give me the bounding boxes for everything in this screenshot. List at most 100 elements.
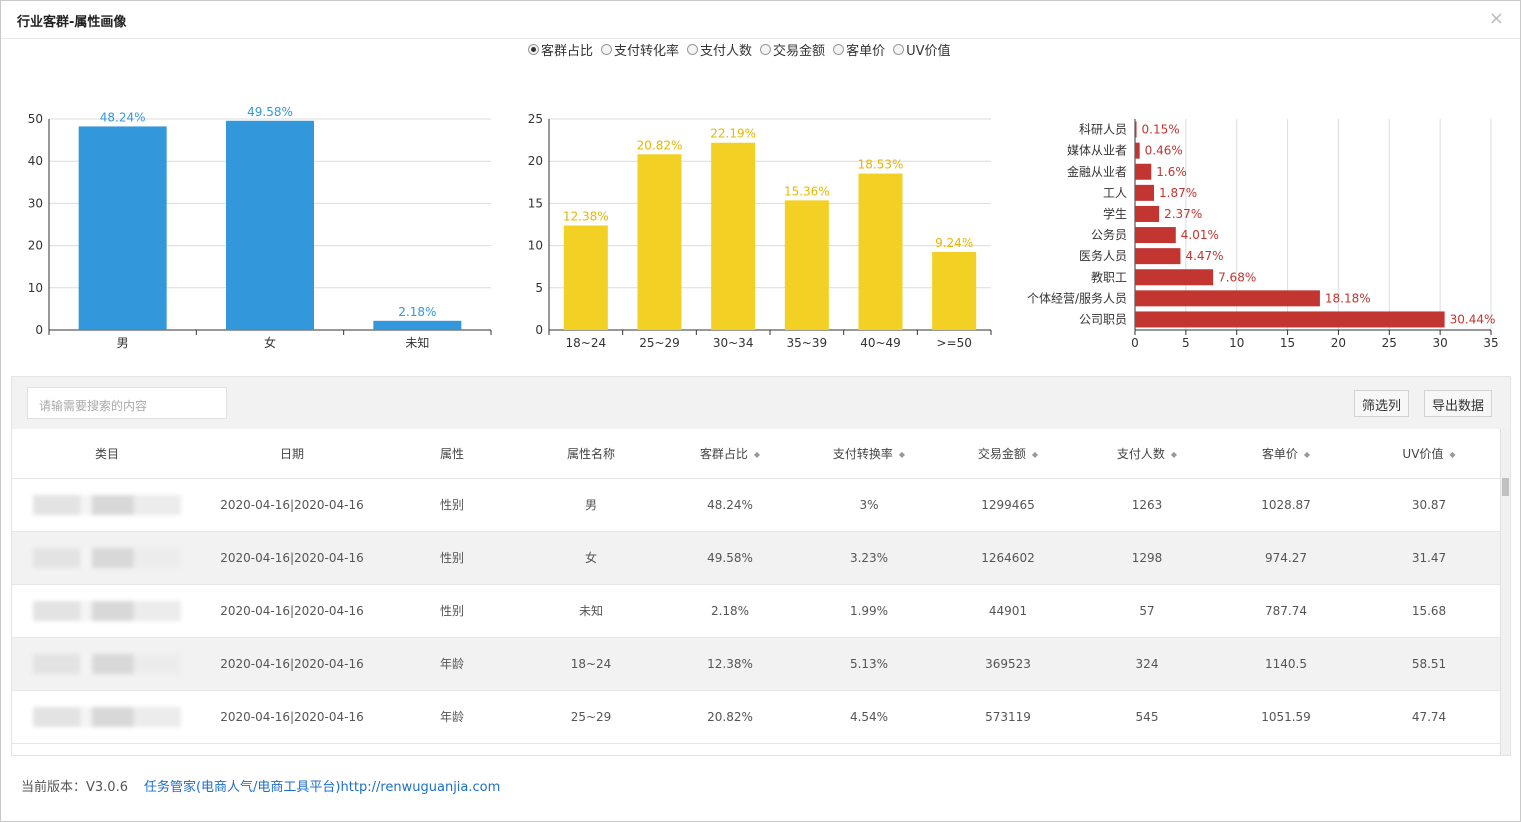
table-cell: 47.74 (1356, 690, 1502, 744)
bar-value-label: 15.36% (784, 184, 830, 198)
bar-value-label: 4.01% (1181, 228, 1219, 242)
scrollbar-thumb[interactable] (1502, 478, 1509, 496)
sort-icon[interactable]: ◆ (1032, 450, 1038, 459)
bar (1135, 269, 1214, 286)
bar-value-label: 49.58% (247, 105, 293, 119)
bar (784, 200, 829, 330)
table-scrollbar[interactable] (1500, 429, 1510, 755)
radio-icon[interactable] (833, 43, 845, 55)
sort-icon[interactable]: ◆ (1171, 450, 1177, 459)
column-header[interactable]: 客单价 ◆ (1216, 429, 1356, 479)
metric-radio[interactable]: 客群占比 (528, 40, 593, 59)
table-cell: 12.38% (660, 637, 800, 691)
blurred-category (33, 706, 181, 727)
y-tick-label: 媒体从业者 (1067, 144, 1127, 158)
column-header[interactable]: 客群占比 ◆ (660, 429, 800, 479)
table-cell: 25~29 (522, 690, 660, 744)
table-cell: 性别 (382, 584, 522, 638)
bar-value-label: 48.24% (100, 110, 146, 124)
version-label: 当前版本：V3.0.6 (21, 780, 128, 795)
table-cell: 57 (1078, 584, 1216, 638)
column-header[interactable]: 支付转换率 ◆ (800, 429, 938, 479)
metric-radio-label: 交易金额 (773, 43, 826, 59)
y-tick-label: 公司职员 (1079, 312, 1127, 326)
y-tick-label: 5 (535, 281, 543, 295)
table-cell: 1051.59 (1216, 690, 1356, 744)
table-cell: 2020-04-16|2020-04-16 (202, 690, 382, 744)
data-table-wrapper: 类目 日期 属性 属性名称 客群占比 ◆ 支付转换率 ◆ 交易金额 ◆ 支付人数 ◆ 客单价 ◆ UV价值 ◆… (12, 429, 1502, 755)
sort-icon[interactable]: ◆ (1449, 450, 1455, 459)
table-row[interactable]: 2020-04-16|2020-04-16 年龄 25~29 20.82% 4.54% 5… (12, 690, 1502, 744)
y-tick-label: 10 (28, 281, 43, 295)
radio-icon[interactable] (760, 43, 772, 55)
y-tick-label: 金融从业者 (1067, 164, 1127, 179)
column-header-label: 客群占比 (699, 446, 748, 461)
bar (226, 120, 314, 330)
radio-icon[interactable] (528, 43, 539, 55)
metric-radio-group: 客群占比 支付转化率 支付人数 交易金额 客单价 UV价值 (528, 40, 959, 59)
table-cell: 2020-04-16|2020-04-16 (202, 584, 382, 638)
blurred-category (33, 494, 181, 515)
bar-value-label: 0.46% (1145, 144, 1183, 158)
y-tick-label: 学生 (1103, 206, 1127, 221)
table-cell (12, 531, 202, 585)
table-cell: 369523 (938, 637, 1078, 691)
radio-icon[interactable] (687, 43, 699, 55)
table-cell: 5.13% (800, 637, 938, 691)
table-row[interactable]: 2020-04-16|2020-04-16 年龄 18~24 12.38% 5.13% 3… (12, 637, 1502, 691)
column-header-label: 客单价 (1261, 446, 1298, 461)
attribute-portrait-dialog: 行业客群-属性画像 × 客群占比 支付转化率 支付人数 交易金额 客单价 UV价… (0, 0, 1521, 822)
column-header[interactable]: 支付人数 ◆ (1078, 429, 1216, 479)
bar-value-label: 0.15% (1142, 123, 1180, 137)
table-cell: 未知 (522, 584, 660, 638)
y-tick-label: 0 (535, 323, 543, 337)
metric-radio[interactable]: 支付转化率 (601, 40, 679, 59)
table-cell: 3.23% (800, 531, 938, 585)
bar-value-label: 4.47% (1185, 249, 1223, 263)
filter-columns-button[interactable]: 筛选列 (1354, 390, 1410, 417)
bar-value-label: 1.87% (1159, 186, 1197, 200)
table-row[interactable]: 2020-04-16|2020-04-16 性别 未知 2.18% 1.99% 44901… (12, 584, 1502, 638)
bar (563, 225, 608, 330)
bar-value-label: 7.68% (1218, 270, 1256, 284)
table-cell (12, 690, 202, 744)
table-cell: 15.68 (1356, 584, 1502, 638)
radio-icon[interactable] (893, 43, 905, 55)
metric-radio[interactable]: 客单价 (833, 40, 885, 59)
bar (1135, 311, 1445, 328)
x-tick-label: 男 (117, 336, 129, 350)
bar (1135, 290, 1320, 307)
column-header[interactable]: 交易金额 ◆ (938, 429, 1078, 479)
column-header-label: UV价值 (1402, 446, 1444, 461)
radio-icon[interactable] (601, 43, 613, 55)
site-link[interactable]: 任务管家(电商人气/电商工具平台)http://renwuguanjia.com (144, 780, 500, 795)
export-data-button[interactable]: 导出数据 (1424, 390, 1493, 417)
sort-icon[interactable]: ◆ (1304, 450, 1310, 459)
table-row[interactable]: 2020-04-16|2020-04-16 性别女 49.58% 3.23% 12646… (12, 531, 1502, 585)
table-cell: 573119 (938, 690, 1078, 744)
x-tick-label: 15 (1280, 336, 1295, 350)
y-tick-label: 50 (28, 112, 43, 126)
blurred-category (33, 653, 181, 674)
table-cell: 44901 (938, 584, 1078, 638)
column-header[interactable]: UV价值 ◆ (1356, 429, 1502, 479)
table-cell: 30.87 (1356, 478, 1502, 532)
metric-radio[interactable]: 支付人数 (687, 40, 752, 59)
bar-value-label: 30.44% (1450, 312, 1496, 326)
column-header-label: 日期 (279, 446, 304, 461)
close-icon[interactable]: × (1489, 8, 1504, 29)
table-cell: 787.74 (1216, 584, 1356, 638)
metric-radio[interactable]: UV价值 (893, 40, 951, 59)
table-cell: 年龄 (382, 690, 522, 744)
table-row[interactable]: 2020-04-16|2020-04-16 性别男 48.24% 3% 1299465 1… (12, 478, 1502, 532)
table-cell: 1140.5 (1216, 637, 1356, 691)
sort-icon[interactable]: ◆ (899, 450, 905, 459)
bar (932, 252, 977, 330)
bar (1135, 121, 1137, 138)
sort-icon[interactable]: ◆ (754, 450, 760, 459)
table-cell: 1.99% (800, 584, 938, 638)
metric-radio[interactable]: 交易金额 (760, 40, 825, 59)
search-input[interactable]: 请输需要搜索的内容 (27, 387, 227, 419)
x-tick-label: 女 (264, 335, 276, 350)
metric-radio-label: 客单价 (846, 43, 886, 59)
